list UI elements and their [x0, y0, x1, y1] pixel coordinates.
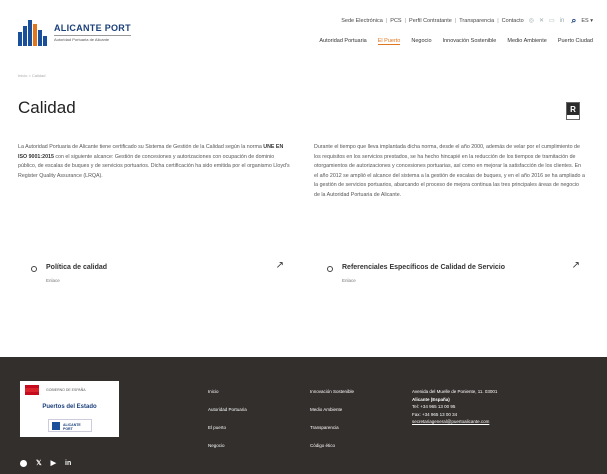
footer-link-el-puerto[interactable]: El puerto — [208, 419, 247, 437]
footer-links-col1: Inicio Autoridad Portuaria El puerto Neg… — [208, 383, 247, 455]
facebook-icon[interactable] — [20, 459, 27, 467]
puertos-del-estado-logo[interactable]: Puertos del Estado — [20, 404, 119, 410]
search-icon[interactable]: ⌕ — [571, 15, 576, 26]
youtube-icon[interactable]: ▶ — [51, 459, 56, 467]
footer-link-innovacion[interactable]: Innovación Sostenible — [310, 383, 354, 401]
footer-link-codigo-etico[interactable]: Código ético — [310, 437, 354, 455]
intro-text-right: Durante el tiempo que lleva implantada d… — [314, 144, 585, 198]
footer-address: Avenida del Muelle de Poniente, 11. 0300… — [412, 389, 498, 394]
footer-link-medio-ambiente[interactable]: Medio Ambiente — [310, 401, 354, 419]
footer-fax: Fax: +34 965 13 00 34 — [412, 411, 458, 417]
nav-autoridad-portuaria[interactable]: Autoridad Portuaria — [319, 38, 366, 45]
footer-link-inicio[interactable]: Inicio — [208, 383, 247, 401]
spain-flag-icon — [25, 385, 39, 395]
main-navigation: Autoridad Portuaria El Puerto Negocio In… — [308, 38, 593, 45]
alicante-port-logo[interactable]: ALICANTE PORT Autoridad Portuaria de Ali… — [18, 14, 138, 50]
nav-el-puerto[interactable]: El Puerto — [377, 38, 401, 45]
arrow-up-right-icon[interactable]: ↗ — [572, 260, 580, 271]
port-logo-icon — [18, 18, 48, 46]
footer-link-negocio[interactable]: Negocio — [208, 437, 247, 455]
top-link-contacto[interactable]: Contacto — [502, 18, 524, 24]
footer-email[interactable]: secretariageneral@puertoalicante.com — [412, 418, 497, 426]
globe-icon — [31, 266, 37, 272]
logo-subtitle: Autoridad Portuaria de Alicante — [54, 34, 131, 42]
linkedin-icon[interactable]: in — [65, 460, 71, 467]
footer-tel: Tel: +34 965 13 00 95 — [412, 404, 456, 409]
globe-icon — [327, 266, 333, 272]
ministry-label: GOBIERNO DE ESPAÑA — [46, 388, 86, 392]
footer-link-transparencia[interactable]: Transparencia — [310, 419, 354, 437]
footer-city: Alicante (España) — [412, 396, 450, 402]
card-link[interactable]: Enlace — [342, 278, 356, 283]
nav-innovacion[interactable]: Innovación Sostenible — [443, 38, 497, 45]
language-selector[interactable]: ES ▾ — [581, 18, 593, 24]
top-link-pcs[interactable]: PCS — [390, 18, 401, 24]
card-politica-calidad[interactable]: Política de calidad Enlace ↗ — [18, 254, 290, 296]
site-header: ALICANTE PORT Autoridad Portuaria de Ali… — [0, 0, 607, 68]
nav-puerto-ciudad[interactable]: Puerto Ciudad — [558, 38, 593, 45]
footer-contact: Avenida del Muelle de Poniente, 11. 0300… — [412, 388, 497, 426]
arrow-up-right-icon[interactable]: ↗ — [276, 260, 284, 271]
footer-port-logo: ALICANTE PORT — [48, 419, 92, 432]
page-title: Calidad — [18, 98, 76, 117]
top-link-perfil[interactable]: Perfil Contratante — [409, 18, 452, 24]
footer-social: 𝕏 ▶ in — [20, 459, 80, 467]
card-link[interactable]: Enlace — [46, 278, 60, 283]
logo-title: ALICANTE PORT — [54, 22, 131, 33]
instagram-icon[interactable]: ◎ — [529, 17, 534, 24]
card-referenciales[interactable]: Referenciales Específicos de Calidad de … — [314, 254, 586, 296]
intro-text-left: La Autoridad Portuaria de Alicante tiene… — [18, 144, 290, 179]
top-navigation: Sede Electrónica | PCS | Perfil Contrata… — [341, 15, 593, 26]
x-icon[interactable]: ✕ — [539, 17, 544, 24]
top-link-sede[interactable]: Sede Electrónica — [341, 18, 383, 24]
youtube-icon[interactable]: ▭ — [549, 17, 555, 24]
x-icon[interactable]: 𝕏 — [36, 459, 42, 467]
linkedin-icon[interactable]: in — [560, 18, 565, 24]
top-link-transparencia[interactable]: Transparencia — [459, 18, 494, 24]
certification-badge: R — [566, 102, 580, 120]
footer-links-col2: Innovación Sostenible Medio Ambiente Tra… — [310, 383, 354, 455]
nav-medio-ambiente[interactable]: Medio Ambiente — [507, 38, 546, 45]
card-title: Política de calidad — [46, 264, 108, 271]
breadcrumb[interactable]: Inicio > Calidad — [18, 73, 45, 78]
card-title: Referenciales Específicos de Calidad de … — [342, 264, 506, 271]
nav-negocio[interactable]: Negocio — [411, 38, 431, 45]
footer-link-autoridad[interactable]: Autoridad Portuaria — [208, 401, 247, 419]
site-footer: GOBIERNO DE ESPAÑA Puertos del Estado AL… — [0, 357, 607, 474]
footer-logo-block: GOBIERNO DE ESPAÑA Puertos del Estado AL… — [20, 381, 119, 437]
